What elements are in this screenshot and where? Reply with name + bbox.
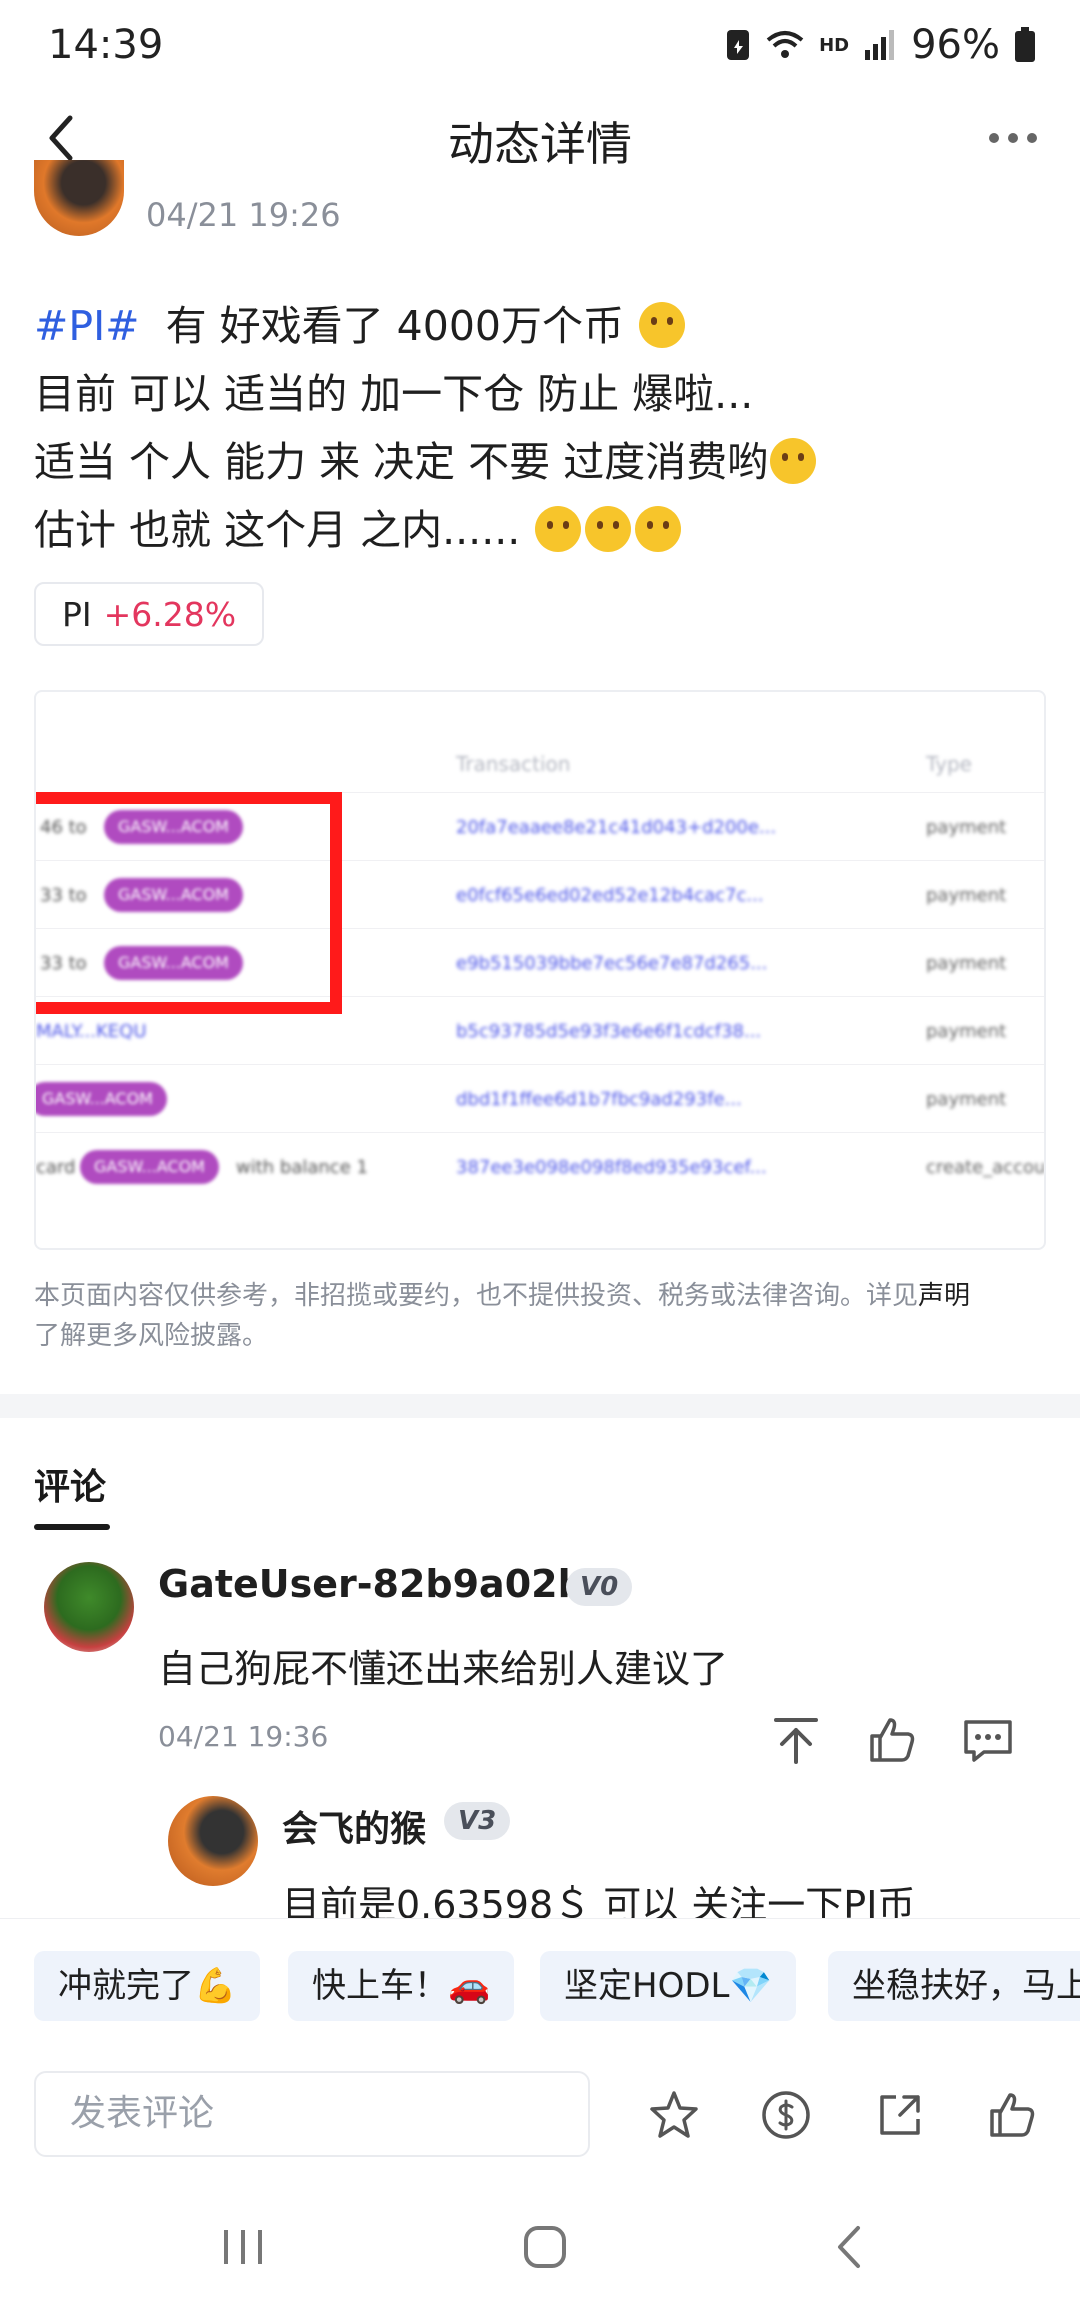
post-image[interactable]: Transaction Type 46 to GASW...ACOM 20fa7…: [34, 690, 1046, 1250]
tx-type: payment: [926, 885, 1007, 906]
share-icon[interactable]: [872, 2087, 928, 2143]
hugging-emoji-icon: [635, 506, 682, 552]
laughing-tears-emoji-icon: [770, 438, 817, 484]
status-icons: HD 96%: [725, 22, 1036, 68]
tx-from: card: [36, 1157, 76, 1178]
recent-apps-icon[interactable]: [218, 2222, 268, 2272]
page-title: 动态详情: [448, 117, 632, 171]
like-icon[interactable]: [984, 2087, 1040, 2143]
tx-type: payment: [926, 1089, 1007, 1110]
wifi-icon: [766, 31, 804, 58]
quick-reply-chip[interactable]: 坚定HODL💎: [540, 1951, 796, 2021]
post-line-1-text: 有 好戏看了 4000万个币: [165, 302, 625, 350]
network-type-label: HD: [819, 34, 850, 56]
disclaimer: 本页面内容仅供参考，非招揽或要约，也不提供投资、税务或法律咨询。详见声明 了解更…: [34, 1276, 1044, 1356]
section-divider: [0, 1394, 1080, 1418]
reply-avatar[interactable]: [168, 1796, 258, 1886]
disclaimer-text: 本页面内容仅供参考，非招揽或要约，也不提供投资、税务或法律咨询。详见: [34, 1281, 919, 1311]
hugging-emoji-icon: [585, 506, 632, 552]
tip-coin-icon[interactable]: [758, 2087, 814, 2143]
tx-row: GASW...ACOM dbd1f1ffee6d1b7fbc9ad293fe..…: [36, 1064, 1044, 1133]
quick-reply-chip[interactable]: 快上车！🚗: [288, 1951, 515, 2021]
comment-text: 自己狗屁不懂还出来给别人建议了: [158, 1647, 729, 1691]
ticker-chip[interactable]: PI +6.28%: [34, 582, 265, 646]
level-badge: V3: [444, 1802, 511, 1840]
tx-type: payment: [926, 817, 1007, 838]
post-line-3: 适当 个人 能力 来 决定 不要 过度消费哟: [34, 428, 1044, 496]
home-icon[interactable]: [520, 2222, 570, 2272]
battery-percent: 96%: [911, 22, 1000, 68]
tx-col-type: Type: [926, 752, 972, 776]
post-hashtag[interactable]: #PI#: [34, 302, 140, 350]
battery-icon: [1015, 27, 1035, 62]
comment-time: 04/21 19:36: [158, 1720, 329, 1753]
tx-type: create_accou: [926, 1157, 1046, 1178]
data-saver-icon: [727, 30, 750, 60]
post-line-3-text: 适当 个人 能力 来 决定 不要 过度消费哟: [34, 438, 769, 486]
commenter-avatar[interactable]: [44, 1562, 134, 1652]
tx-hash: 20fa7eaaee8e21c41d043+d200e...: [456, 817, 777, 838]
tx-type: payment: [926, 1021, 1007, 1042]
tx-hash: 387ee3e098e098f8ed935e93cef...: [456, 1157, 767, 1178]
hugging-emoji-icon: [535, 506, 582, 552]
post-content: #PI# 有 好戏看了 4000万个币 目前 可以 适当的 加一下仓 防止 爆啦…: [34, 292, 1044, 564]
quick-reply-chip[interactable]: 冲就完了💪: [34, 1951, 261, 2021]
commenter-name[interactable]: GateUser-82b9a02b: [158, 1562, 585, 1606]
tx-row: card GASW...ACOM with balance 1 387ee3e0…: [36, 1132, 1044, 1201]
reply-comment-icon[interactable]: [960, 1712, 1016, 1768]
tx-balance-note: with balance 1: [236, 1157, 368, 1178]
grinning-emoji-icon: [639, 302, 686, 348]
disclaimer-link[interactable]: 声明: [918, 1281, 970, 1311]
comment-input[interactable]: 发表评论: [34, 2071, 590, 2157]
tx-hash: e9b515039bbe7ec56e7e87d265...: [456, 953, 768, 974]
pin-to-top-icon[interactable]: [768, 1712, 824, 1768]
more-options-icon[interactable]: [986, 118, 1040, 158]
like-icon[interactable]: [864, 1712, 920, 1768]
tx-type: payment: [926, 953, 1007, 974]
ticker-change: +6.28%: [103, 594, 237, 634]
tx-hash: dbd1f1ffee6d1b7fbc9ad293fe...: [456, 1089, 742, 1110]
status-time: 14:39: [48, 22, 164, 68]
disclaimer-tail: 了解更多风险披露。: [34, 1321, 269, 1351]
back-nav-icon[interactable]: [826, 2222, 876, 2272]
post-line-4-text: 估计 也就 这个月 之内......: [34, 506, 521, 554]
reply-user-name[interactable]: 会飞的猴: [282, 1800, 426, 1852]
tx-hash: e0fcf65e6ed02ed52e12b4cac7c...: [456, 885, 764, 906]
tx-hash: b5c93785d5e93f3e6e6f1cdcf38...: [456, 1021, 762, 1042]
highlight-box: [36, 792, 342, 1014]
post-line-2: 目前 可以 适当的 加一下仓 防止 爆啦...: [34, 370, 754, 418]
post-time: 04/21 19:26: [146, 196, 341, 234]
tx-address-pill: GASW...ACOM: [80, 1150, 219, 1184]
ticker-symbol: PI: [62, 594, 92, 634]
quick-reply-chip[interactable]: 坐稳扶好，马上: [828, 1951, 1080, 2021]
signal-icon: [865, 30, 895, 60]
tab-indicator: [34, 1524, 110, 1530]
tx-address-pill: GASW...ACOM: [36, 1082, 167, 1116]
favorite-star-icon[interactable]: [646, 2087, 702, 2143]
tx-from: MALY...KEQU: [36, 1021, 147, 1042]
tab-comments[interactable]: 评论: [34, 1458, 106, 1510]
level-badge: V0: [566, 1568, 633, 1606]
author-avatar[interactable]: [34, 160, 124, 236]
post-line-4: 估计 也就 这个月 之内......: [34, 496, 1044, 564]
tx-col-transaction: Transaction: [456, 752, 571, 776]
post-line-1: #PI# 有 好戏看了 4000万个币: [34, 292, 1044, 360]
